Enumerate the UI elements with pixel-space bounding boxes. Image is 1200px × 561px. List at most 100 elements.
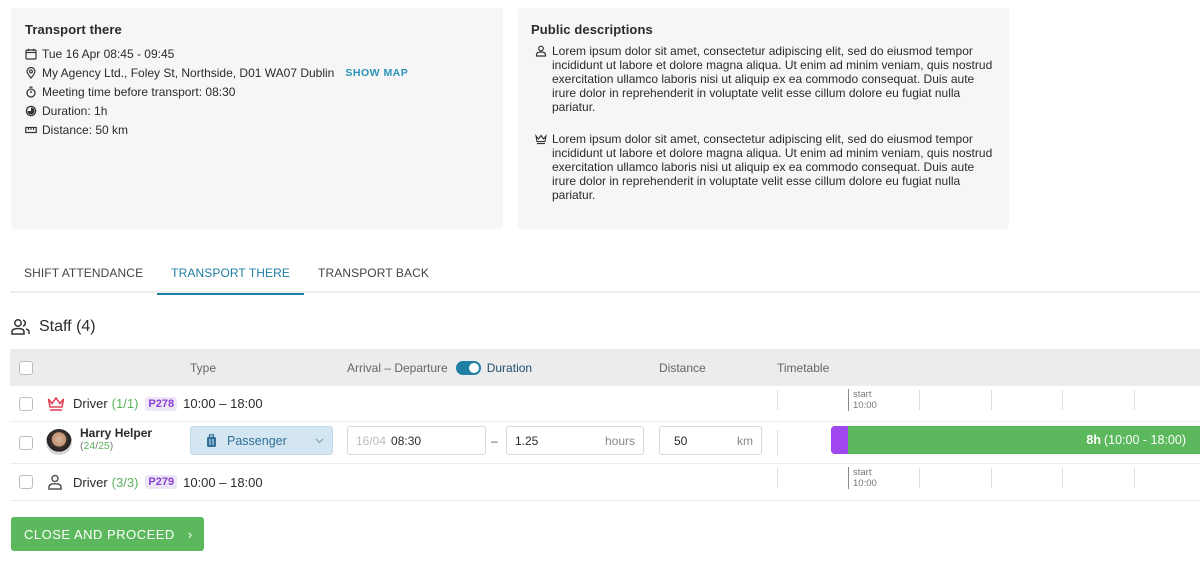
location-pin-icon xyxy=(26,66,36,79)
group-role: Driver xyxy=(73,396,108,411)
start-label: start xyxy=(853,389,872,400)
shift-hours: 8h xyxy=(1086,433,1101,447)
person-icon xyxy=(535,45,547,57)
meeting-time-row: Meeting time before transport: 08:30 xyxy=(25,82,489,101)
timetable-divider xyxy=(1134,390,1135,410)
duration-toggle[interactable] xyxy=(455,360,481,375)
group-label: Driver (1/1) P278 10:00 – 18:00 xyxy=(47,386,263,421)
tab-bar: SHIFT ATTENDANCE TRANSPORT THERE TRANSPO… xyxy=(10,253,1200,295)
start-label: start xyxy=(853,467,872,478)
timetable-divider xyxy=(919,468,920,488)
timetable-divider xyxy=(777,390,778,410)
column-duration: Duration xyxy=(486,360,533,375)
column-arrival-departure: Arrival – Departure xyxy=(347,360,448,375)
public-descriptions-card: Public descriptions Lorem ipsum dolor si… xyxy=(518,8,1009,229)
timetable-divider xyxy=(1062,390,1063,410)
meeting-time: Meeting time before transport: 08:30 xyxy=(42,84,236,99)
group-checkbox[interactable] xyxy=(19,475,33,489)
column-type: Type xyxy=(190,360,217,375)
staff-member-row: Harry Helper (24/25) Passenger 16/04 08:… xyxy=(10,422,1200,464)
timetable-start-marker: start 10:00 xyxy=(848,467,877,489)
column-distance: Distance xyxy=(659,360,706,375)
close-and-proceed-button[interactable]: CLOSE AND PROCEED › xyxy=(11,517,204,551)
ruler-icon xyxy=(25,126,37,133)
distance-row: Distance: 50 km xyxy=(25,120,489,139)
count-total: 25 xyxy=(98,440,110,452)
transport-info-card: Transport there Tue 16 Apr 08:45 - 09:45… xyxy=(11,8,503,229)
description-text: Lorem ipsum dolor sit amet, consectetur … xyxy=(552,132,993,202)
start-time: 10:00 xyxy=(853,400,877,411)
tab-transport-there[interactable]: TRANSPORT THERE xyxy=(157,253,304,295)
luggage-icon xyxy=(207,433,216,447)
count-done: 24 xyxy=(83,440,96,452)
group-role: Driver xyxy=(73,474,108,490)
tab-transport-back[interactable]: TRANSPORT BACK xyxy=(304,253,443,293)
description-item: Lorem ipsum dolor sit amet, consectetur … xyxy=(531,132,996,202)
group-time: 10:00 – 18:00 xyxy=(183,474,263,490)
crown-icon xyxy=(47,396,65,411)
distance-value: 50 xyxy=(674,433,688,448)
description-item: Lorem ipsum dolor sit amet, consectetur … xyxy=(531,44,996,114)
column-timetable: Timetable xyxy=(777,360,830,375)
crown-icon xyxy=(535,134,547,145)
transport-date-row: Tue 16 Apr 08:45 - 09:45 xyxy=(25,44,489,63)
timetable-divider xyxy=(777,468,778,488)
staff-name[interactable]: Harry Helper xyxy=(80,426,152,440)
select-all-cell xyxy=(19,349,33,386)
duration-input[interactable]: 1.25 hours xyxy=(506,426,644,455)
timetable-divider xyxy=(991,390,992,410)
duration-unit: hours xyxy=(604,433,635,448)
timetable-divider xyxy=(919,390,920,410)
public-descriptions-title: Public descriptions xyxy=(531,22,653,37)
transport-segment xyxy=(831,426,848,454)
transport-card-title: Transport there xyxy=(25,22,122,37)
timetable-start-marker: start 10:00 xyxy=(848,389,877,411)
description-text: Lorem ipsum dolor sit amet, consectetur … xyxy=(552,44,993,114)
person-icon xyxy=(48,474,62,490)
duration-pie-icon xyxy=(25,105,37,116)
chevron-right-icon: › xyxy=(187,526,193,542)
show-map-link[interactable]: SHOW MAP xyxy=(345,67,408,79)
transport-address: My Agency Ltd., Foley St, Northside, D01… xyxy=(42,65,335,80)
staff-table-header: Type Arrival – Departure Duration Distan… xyxy=(10,349,1200,386)
close-and-proceed-label: CLOSE AND PROCEED xyxy=(24,526,175,542)
staff-count-label: Staff (4) xyxy=(39,318,96,335)
position-badge[interactable]: P279 xyxy=(145,475,178,489)
duration-row: Duration: 1h xyxy=(25,101,489,120)
group-fill-count: (1/1) xyxy=(111,396,139,411)
avatar[interactable] xyxy=(46,429,72,455)
transport-type-value: Passenger xyxy=(227,433,287,448)
arrival-date: 16/04 xyxy=(356,433,387,448)
group-row: Driver (1/1) P278 10:00 – 18:00 start 10… xyxy=(10,386,1200,422)
staff-member-info: Harry Helper (24/25) xyxy=(80,426,152,452)
shift-timetable-bar[interactable]: 8h (10:00 - 18:00) xyxy=(831,426,1200,454)
range-dash: – xyxy=(491,434,498,448)
timetable-divider xyxy=(991,468,992,488)
transport-date: Tue 16 Apr 08:45 - 09:45 xyxy=(42,46,175,61)
staff-checkbox[interactable] xyxy=(19,436,33,450)
staff-section-title: Staff (4) xyxy=(11,318,96,336)
staff-shift-count: (24/25) xyxy=(80,440,114,452)
timetable-divider xyxy=(1062,468,1063,488)
calendar-icon xyxy=(25,48,37,60)
start-time: 10:00 xyxy=(853,478,877,489)
position-badge[interactable]: P278 xyxy=(145,396,178,411)
users-icon xyxy=(11,319,30,335)
group-fill-count: (3/3) xyxy=(111,474,139,490)
stopwatch-icon xyxy=(26,86,36,98)
group-checkbox[interactable] xyxy=(19,397,33,411)
arrival-time: 08:30 xyxy=(391,433,422,448)
column-arrival-departure-group: Arrival – Departure Duration xyxy=(347,349,532,386)
duration-value: 1.25 xyxy=(515,433,539,448)
chevron-down-icon xyxy=(315,438,324,444)
transport-type-select[interactable]: Passenger xyxy=(190,426,333,455)
tab-shift-attendance[interactable]: SHIFT ATTENDANCE xyxy=(10,253,157,293)
transport-address-row: My Agency Ltd., Foley St, Northside, D01… xyxy=(25,63,489,82)
select-all-checkbox[interactable] xyxy=(19,360,33,375)
transport-duration: Duration: 1h xyxy=(42,103,108,118)
group-label: Driver (3/3) P279 10:00 – 18:00 xyxy=(47,464,263,500)
group-row: Driver (3/3) P279 10:00 – 18:00 start 10… xyxy=(10,464,1200,501)
arrival-time-input[interactable]: 16/04 08:30 xyxy=(347,426,486,455)
timetable-divider xyxy=(1134,468,1135,488)
distance-input[interactable]: 50 km xyxy=(659,426,762,455)
